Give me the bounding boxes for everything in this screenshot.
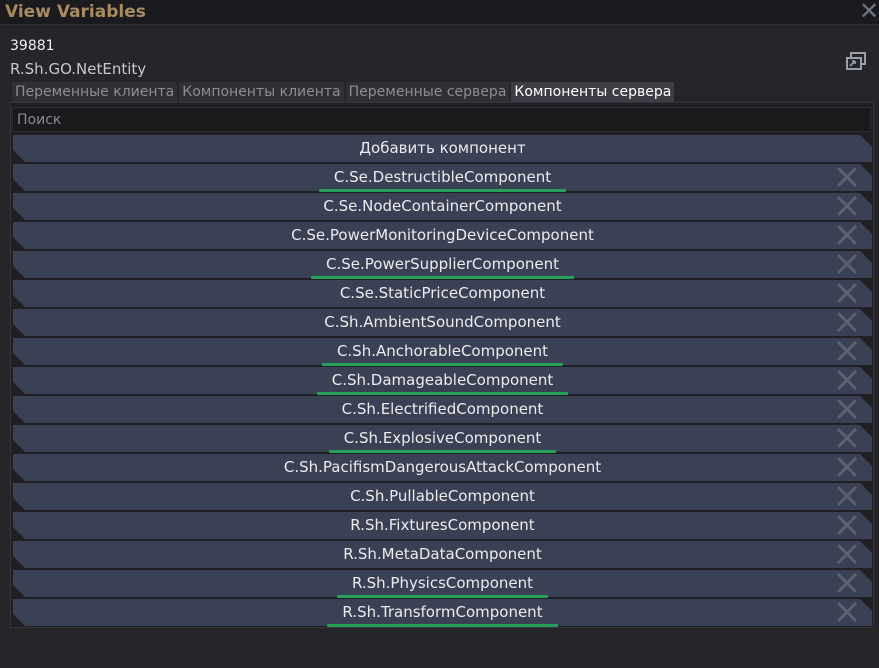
highlight-underline xyxy=(327,624,558,627)
component-label: C.Sh.PacifismDangerousAttackComponent xyxy=(283,458,602,476)
tab-bar: Переменные клиента Компоненты клиента Пе… xyxy=(12,82,676,102)
component-row[interactable]: R.Sh.MetaDataComponent xyxy=(13,541,872,568)
component-row[interactable]: C.Sh.PullableComponent xyxy=(13,483,872,510)
remove-component-icon[interactable] xyxy=(836,369,858,391)
component-row[interactable]: C.Se.NodeContainerComponent xyxy=(13,193,872,220)
highlight-underline xyxy=(328,450,557,453)
remove-component-icon[interactable] xyxy=(836,456,858,478)
component-row[interactable]: C.Sh.DamageableComponent xyxy=(13,367,872,394)
component-row[interactable]: C.Sh.AmbientSoundComponent xyxy=(13,309,872,336)
component-list: Добавить компонент C.Se.DestructibleComp… xyxy=(13,135,872,628)
close-icon[interactable]: ✕ xyxy=(859,0,879,24)
component-label: C.Sh.AnchorableComponent xyxy=(336,342,549,360)
remove-component-icon[interactable] xyxy=(836,166,858,188)
component-row[interactable]: C.Se.PowerMonitoringDeviceComponent xyxy=(13,222,872,249)
remove-component-icon[interactable] xyxy=(836,340,858,362)
tab-client-variables[interactable]: Переменные клиента xyxy=(12,82,178,102)
add-component-button[interactable]: Добавить компонент xyxy=(13,135,872,162)
component-label: C.Se.DestructibleComponent xyxy=(333,168,552,186)
component-row[interactable]: R.Sh.TransformComponent xyxy=(13,599,872,626)
component-label: R.Sh.TransformComponent xyxy=(342,603,543,621)
remove-component-icon[interactable] xyxy=(836,224,858,246)
remove-component-icon[interactable] xyxy=(836,195,858,217)
component-row[interactable]: R.Sh.FixturesComponent xyxy=(13,512,872,539)
component-row[interactable]: R.Sh.PhysicsComponent xyxy=(13,570,872,597)
window-title: View Variables xyxy=(5,2,146,22)
remove-component-icon[interactable] xyxy=(836,514,858,536)
highlight-underline xyxy=(318,189,567,192)
component-row[interactable]: C.Se.PowerSupplierComponent xyxy=(13,251,872,278)
entity-id: 39881 xyxy=(10,38,55,54)
component-label: C.Se.NodeContainerComponent xyxy=(323,197,562,215)
component-label: R.Sh.FixturesComponent xyxy=(350,516,535,534)
remove-component-icon[interactable] xyxy=(836,572,858,594)
component-label: C.Sh.ElectrifiedComponent xyxy=(341,400,544,418)
remove-component-icon[interactable] xyxy=(836,485,858,507)
component-label: C.Sh.PullableComponent xyxy=(350,487,535,505)
component-row[interactable]: C.Sh.AnchorableComponent xyxy=(13,338,872,365)
component-row[interactable]: C.Se.StaticPriceComponent xyxy=(13,280,872,307)
remove-component-icon[interactable] xyxy=(836,427,858,449)
search-input[interactable] xyxy=(12,107,871,132)
highlight-underline xyxy=(336,595,548,598)
component-label: C.Se.PowerSupplierComponent xyxy=(326,255,559,273)
component-label: C.Sh.ExplosiveComponent xyxy=(343,429,542,447)
component-label: C.Se.StaticPriceComponent xyxy=(339,284,546,302)
component-row[interactable]: C.Sh.ElectrifiedComponent xyxy=(13,396,872,423)
component-label: R.Sh.MetaDataComponent xyxy=(343,545,542,563)
remove-component-icon[interactable] xyxy=(836,398,858,420)
highlight-underline xyxy=(311,276,574,279)
component-label: C.Sh.DamageableComponent xyxy=(331,371,554,389)
component-row[interactable]: C.Sh.ExplosiveComponent xyxy=(13,425,872,452)
highlight-underline xyxy=(316,392,569,395)
component-label: C.Sh.AmbientSoundComponent xyxy=(324,313,561,331)
view-entity-icon[interactable] xyxy=(845,50,869,72)
add-component-label: Добавить компонент xyxy=(359,139,526,157)
component-row[interactable]: C.Se.DestructibleComponent xyxy=(13,164,872,191)
remove-component-icon[interactable] xyxy=(836,543,858,565)
entity-type: R.Sh.GO.NetEntity xyxy=(10,60,147,78)
component-label: R.Sh.PhysicsComponent xyxy=(351,574,533,592)
tab-server-variables[interactable]: Переменные сервера xyxy=(345,82,510,102)
component-row[interactable]: C.Sh.PacifismDangerousAttackComponent xyxy=(13,454,872,481)
remove-component-icon[interactable] xyxy=(836,311,858,333)
title-bar[interactable]: View Variables ✕ xyxy=(0,0,879,25)
tab-client-components[interactable]: Компоненты клиента xyxy=(179,82,344,102)
tab-server-components[interactable]: Компоненты сервера xyxy=(511,82,675,102)
highlight-underline xyxy=(321,363,564,366)
remove-component-icon[interactable] xyxy=(836,253,858,275)
component-label: C.Se.PowerMonitoringDeviceComponent xyxy=(291,226,594,244)
remove-component-icon[interactable] xyxy=(836,601,858,623)
remove-component-icon[interactable] xyxy=(836,282,858,304)
